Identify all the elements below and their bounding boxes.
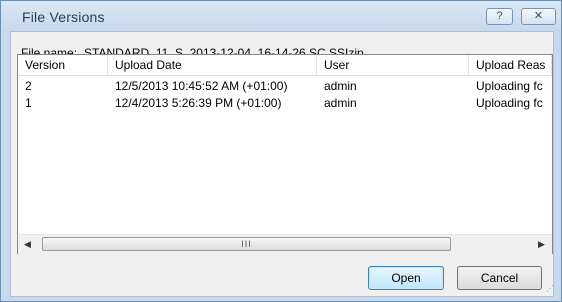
upload-date-cell: 12/5/2013 10:45:52 AM (+01:00) bbox=[115, 79, 288, 93]
version-cell: 2 bbox=[25, 79, 32, 93]
column-header-upload-reason[interactable]: Upload Reas bbox=[469, 55, 552, 75]
file-versions-dialog: File Versions ? ✕ File name: STANDARD_11_… bbox=[0, 0, 562, 302]
column-header-version[interactable]: Version bbox=[18, 55, 108, 75]
upload-reason-cell: Uploading fc bbox=[476, 96, 543, 110]
scroll-left-icon[interactable]: ◀ bbox=[24, 239, 31, 250]
scroll-right-icon[interactable]: ▶ bbox=[538, 239, 545, 250]
title-bar[interactable]: File Versions ? ✕ bbox=[1, 1, 561, 31]
column-header-user[interactable]: User bbox=[317, 55, 469, 75]
dialog-title: File Versions bbox=[22, 9, 105, 25]
upload-reason-cell: Uploading fc bbox=[476, 79, 543, 93]
open-button[interactable]: Open bbox=[368, 266, 444, 290]
table-row[interactable]: 1 12/4/2013 5:26:39 PM (+01:00) admin Up… bbox=[18, 95, 552, 112]
table-row[interactable]: 2 12/5/2013 10:45:52 AM (+01:00) admin U… bbox=[18, 78, 552, 95]
column-header-upload-date[interactable]: Upload Date bbox=[108, 55, 317, 75]
user-cell: admin bbox=[324, 79, 357, 93]
resize-grip-icon[interactable]: ⋰ bbox=[546, 285, 556, 296]
close-button[interactable]: ✕ bbox=[521, 8, 556, 25]
help-button[interactable]: ? bbox=[486, 8, 513, 25]
horizontal-scrollbar[interactable]: ◀ III ▶ bbox=[18, 234, 552, 254]
list-header: Version Upload Date User Upload Reas bbox=[18, 55, 552, 76]
versions-list[interactable]: Version Upload Date User Upload Reas 2 1… bbox=[17, 54, 553, 254]
user-cell: admin bbox=[324, 96, 357, 110]
version-cell: 1 bbox=[25, 96, 32, 110]
upload-date-cell: 12/4/2013 5:26:39 PM (+01:00) bbox=[115, 96, 282, 110]
cancel-button[interactable]: Cancel bbox=[457, 266, 542, 290]
scrollbar-thumb[interactable]: III bbox=[42, 237, 451, 251]
